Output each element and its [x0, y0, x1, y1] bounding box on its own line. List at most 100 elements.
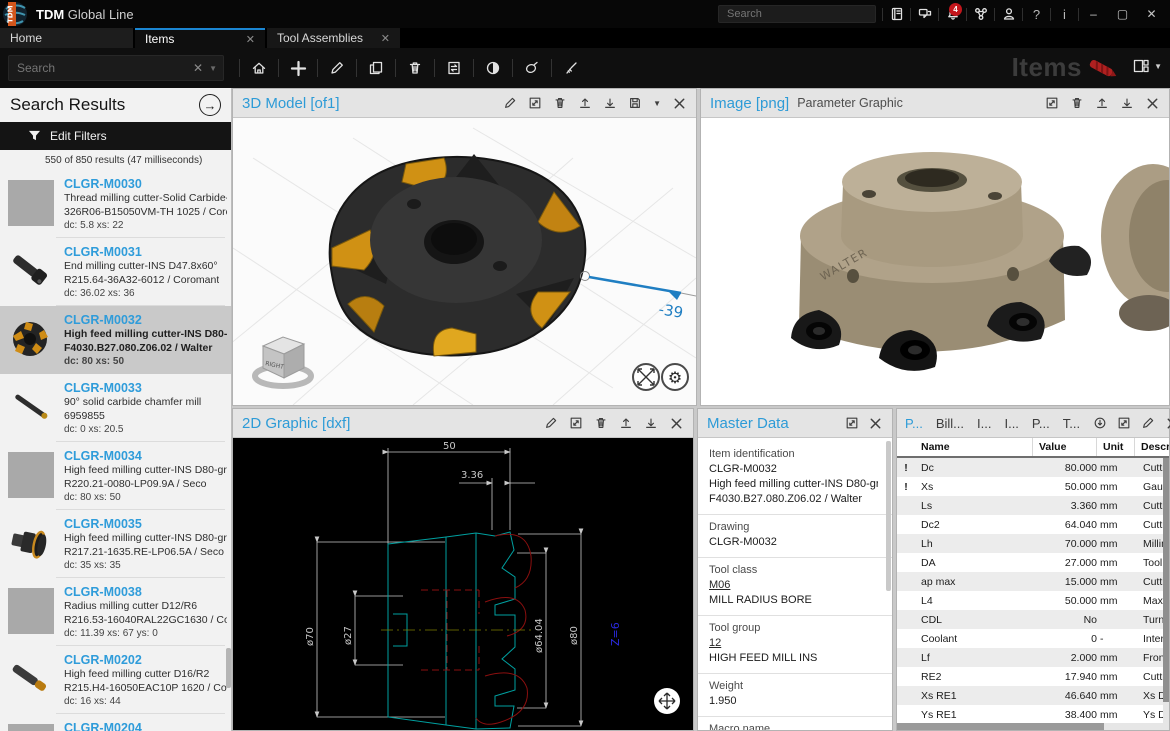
close-panel-icon[interactable]: [1165, 416, 1170, 431]
item-id-link[interactable]: CLGR-M0030: [64, 176, 227, 192]
trash-icon[interactable]: [594, 416, 608, 430]
param-row[interactable]: Dc264.040mmCutting d: [897, 515, 1169, 534]
trash-icon[interactable]: [1070, 96, 1084, 110]
close-panel-icon[interactable]: [1145, 96, 1160, 111]
upload-icon[interactable]: [619, 416, 633, 430]
col-name[interactable]: Name: [915, 438, 1033, 456]
notifications-button[interactable]: 4: [939, 0, 966, 28]
list-item[interactable]: CLGR-M0035 High feed milling cutter-INS …: [0, 510, 231, 578]
list-item[interactable]: CLGR-M0038 Radius milling cutter D12/R6 …: [0, 578, 231, 646]
param-row[interactable]: DA27.000mmTool hold: [897, 553, 1169, 572]
param-row[interactable]: ap max15.000mmCutting d: [897, 572, 1169, 591]
minimize-button[interactable]: –: [1079, 0, 1108, 28]
param-row[interactable]: Xs RE146.640mmXs Distan: [897, 686, 1169, 705]
list-item[interactable]: CLGR-M0030 Thread milling cutter-Solid C…: [0, 170, 231, 238]
close-window-button[interactable]: ✕: [1137, 0, 1166, 28]
list-item-selected[interactable]: CLGR-M0032 High feed milling cutter-INS …: [0, 306, 231, 374]
expand-icon[interactable]: [569, 416, 583, 430]
edit-icon[interactable]: [1141, 416, 1155, 430]
transfer-button[interactable]: [442, 55, 466, 81]
param-row[interactable]: Lf2.000mmFront fac: [897, 648, 1169, 667]
tool-class-link[interactable]: M06: [709, 578, 730, 593]
items-search-input[interactable]: [9, 61, 189, 75]
messages-button[interactable]: [911, 0, 938, 28]
list-item[interactable]: CLGR-M0031 End milling cutter-INS D47.8x…: [0, 238, 231, 306]
connections-button[interactable]: [967, 0, 994, 28]
param-row[interactable]: CDLNoTurning: [897, 610, 1169, 629]
close-panel-icon[interactable]: [672, 96, 687, 111]
item-id-link[interactable]: CLGR-M0032: [64, 312, 227, 328]
save-icon[interactable]: [628, 96, 642, 110]
collapse-sidebar-button[interactable]: →: [199, 94, 221, 116]
param-row[interactable]: Ls3.360mmCutting e: [897, 496, 1169, 515]
param-row[interactable]: Ys RE138.400mmYs Distan: [897, 705, 1169, 724]
list-item[interactable]: CLGR-M0204: [0, 714, 231, 731]
param-row[interactable]: !Xs50.000mmGauge le: [897, 477, 1169, 496]
tab-items[interactable]: Items✕: [135, 28, 265, 48]
fit-view-button[interactable]: [633, 364, 659, 390]
global-search-input[interactable]: [718, 5, 876, 23]
tab-bill-of-materials[interactable]: Bill...: [936, 416, 964, 431]
viewer-settings-button[interactable]: ⚙: [662, 364, 688, 390]
param-row[interactable]: L450.000mmMax. ma: [897, 591, 1169, 610]
col-description[interactable]: Descrip: [1135, 438, 1169, 456]
master-data-scrollbar[interactable]: [886, 441, 891, 591]
3d-viewport[interactable]: -39 RIGHT ⚙: [233, 118, 696, 405]
tab-home[interactable]: Home: [0, 28, 133, 48]
col-value[interactable]: Value: [1033, 438, 1097, 456]
item-id-link[interactable]: CLGR-M0033: [64, 380, 201, 396]
maximize-button[interactable]: ▢: [1108, 0, 1137, 28]
help-button[interactable]: ?: [1023, 0, 1050, 28]
tab-i1[interactable]: I...: [977, 416, 991, 431]
item-id-link[interactable]: CLGR-M0031: [64, 244, 219, 260]
tab-tool-assemblies[interactable]: Tool Assemblies✕: [267, 28, 400, 48]
table-horizontal-scrollbar[interactable]: [897, 723, 1169, 730]
param-row[interactable]: Coolant0-Internal: [897, 629, 1169, 648]
image-viewport[interactable]: WALTER: [701, 118, 1169, 405]
search-options-chevron-icon[interactable]: ▼: [207, 64, 223, 73]
list-item[interactable]: CLGR-M0034 High feed milling cutter-INS …: [0, 442, 231, 510]
clear-search-icon[interactable]: ✕: [189, 61, 207, 75]
expand-icon[interactable]: [1045, 96, 1059, 110]
table-vertical-scrollbar[interactable]: [1163, 458, 1169, 723]
item-id-link[interactable]: CLGR-M0204: [64, 720, 142, 731]
cad-viewport[interactable]: 50 3.36 ø70 ø27 ø64.04 ø80 Z=6: [233, 438, 693, 730]
item-id-link[interactable]: CLGR-M0035: [64, 516, 227, 532]
add-item-button[interactable]: [286, 55, 310, 81]
param-row[interactable]: RE217.940mmCutting e: [897, 667, 1169, 686]
trash-icon[interactable]: [553, 96, 567, 110]
items-search-box[interactable]: ✕ ▼: [8, 55, 224, 81]
col-unit[interactable]: Unit: [1097, 438, 1135, 456]
chevron-down-icon[interactable]: ▼: [653, 99, 661, 108]
export-icon[interactable]: [1093, 416, 1107, 430]
copy-button[interactable]: [364, 55, 388, 81]
delete-button[interactable]: [403, 55, 427, 81]
tab-parameters[interactable]: P...: [905, 416, 923, 431]
edit-icon[interactable]: [544, 416, 558, 430]
sidebar-scrollbar[interactable]: [226, 648, 231, 688]
cleanup-button[interactable]: [559, 55, 583, 81]
tab-i2[interactable]: I...: [1004, 416, 1018, 431]
list-item[interactable]: CLGR-M0202 High feed milling cutter D16/…: [0, 646, 231, 714]
edit-button[interactable]: [325, 55, 349, 81]
download-icon[interactable]: [603, 96, 617, 110]
tab-close-icon[interactable]: ✕: [381, 32, 390, 45]
edit-filters-button[interactable]: Edit Filters: [0, 122, 231, 150]
tab-p2[interactable]: P...: [1032, 416, 1050, 431]
notes-button[interactable]: [883, 0, 910, 28]
edit-icon[interactable]: [503, 96, 517, 110]
item-id-link[interactable]: CLGR-M0038: [64, 584, 227, 600]
tab-close-icon[interactable]: ✕: [246, 33, 255, 46]
user-button[interactable]: [995, 0, 1022, 28]
upload-icon[interactable]: [578, 96, 592, 110]
param-row[interactable]: !Dc80.000mmCutting d: [897, 458, 1169, 477]
stamp-button[interactable]: [520, 55, 544, 81]
layout-switcher-button[interactable]: ▼: [1132, 58, 1162, 74]
contrast-button[interactable]: [481, 55, 505, 81]
pan-view-button[interactable]: [654, 688, 680, 714]
item-id-link[interactable]: CLGR-M0202: [64, 652, 227, 668]
expand-icon[interactable]: [528, 96, 542, 110]
item-id-link[interactable]: CLGR-M0034: [64, 448, 227, 464]
close-panel-icon[interactable]: [669, 416, 684, 431]
info-button[interactable]: i: [1051, 0, 1078, 28]
